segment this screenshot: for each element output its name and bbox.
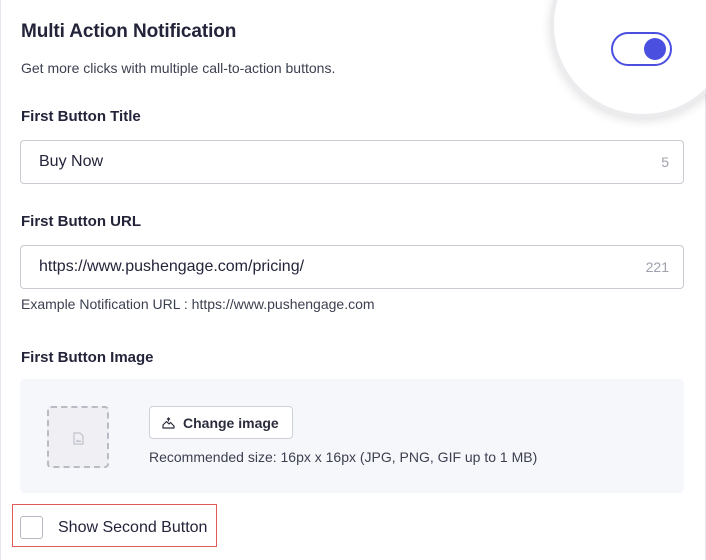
recommended-size-text: Recommended size: 16px x 16px (JPG, PNG,… bbox=[149, 449, 538, 465]
change-image-label: Change image bbox=[183, 414, 279, 431]
multi-action-toggle[interactable] bbox=[611, 32, 672, 66]
page-left-border bbox=[0, 0, 1, 560]
first-button-image-label: First Button Image bbox=[21, 349, 154, 366]
first-button-title-label: First Button Title bbox=[21, 108, 141, 125]
image-placeholder[interactable] bbox=[47, 406, 109, 468]
image-upload-panel: Change image Recommended size: 16px x 16… bbox=[20, 379, 684, 493]
first-button-title-counter: 5 bbox=[661, 154, 669, 170]
first-button-url-input[interactable] bbox=[21, 246, 621, 288]
first-button-url-label: First Button URL bbox=[21, 213, 141, 230]
first-button-title-input[interactable] bbox=[21, 141, 621, 183]
image-file-icon bbox=[73, 432, 84, 445]
show-second-button-label[interactable]: Show Second Button bbox=[58, 519, 207, 537]
section-subtitle: Get more clicks with multiple call-to-ac… bbox=[21, 60, 336, 76]
section-title: Multi Action Notification bbox=[21, 21, 237, 42]
first-button-url-counter: 221 bbox=[645, 259, 669, 275]
change-image-button[interactable]: Change image bbox=[149, 406, 293, 439]
url-example-hint: Example Notification URL : https://www.p… bbox=[21, 296, 375, 312]
toggle-knob bbox=[644, 38, 666, 60]
show-second-button-checkbox[interactable] bbox=[20, 516, 43, 539]
image-upload-icon bbox=[162, 416, 175, 429]
first-button-url-field[interactable]: 221 bbox=[20, 245, 684, 289]
first-button-title-field[interactable]: 5 bbox=[20, 140, 684, 184]
